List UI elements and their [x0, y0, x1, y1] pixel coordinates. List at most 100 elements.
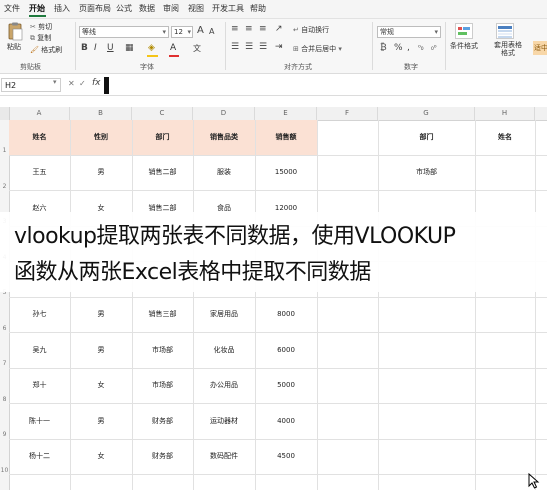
table-cell[interactable]: 男 — [70, 167, 132, 177]
column-header-e[interactable]: E — [255, 107, 317, 120]
table-cell[interactable]: 男 — [70, 309, 132, 319]
table-cell[interactable]: 王五 — [9, 167, 70, 177]
table-cell[interactable]: 6000 — [255, 345, 317, 355]
font-size-select[interactable]: 12 ▾ — [171, 26, 193, 38]
table-cell[interactable]: 吴九 — [9, 345, 70, 355]
font-name-select[interactable]: 等线 ▾ — [79, 26, 169, 38]
table-cell[interactable]: 数码配件 — [193, 451, 255, 461]
table-header-cell[interactable]: 销售品类 — [193, 132, 255, 142]
lookup-header-cell[interactable]: 部门 — [378, 132, 475, 142]
table-cell[interactable]: 孙七 — [9, 309, 70, 319]
table-cell[interactable]: 办公用品 — [193, 380, 255, 390]
table-cell[interactable]: 女 — [70, 380, 132, 390]
format-painter-button[interactable]: 🖌 格式刷 — [30, 45, 62, 55]
orientation-icon[interactable]: ↗ — [275, 24, 283, 35]
menu-formulas[interactable]: 公式 — [116, 3, 132, 15]
decrease-decimal-icon[interactable]: ₀⁰ — [431, 43, 437, 54]
insert-function-button[interactable]: fx — [92, 78, 101, 88]
phonetic-icon[interactable]: 文 — [193, 43, 201, 54]
table-cell[interactable]: 销售二部 — [132, 167, 193, 177]
comma-button[interactable]: , — [407, 43, 410, 54]
table-cell[interactable]: 销售三部 — [132, 309, 193, 319]
table-header-cell[interactable]: 部门 — [132, 132, 193, 142]
menu-home[interactable]: 开始 — [29, 3, 45, 15]
fill-color-icon[interactable]: ◈ — [148, 43, 155, 54]
table-cell[interactable]: 男 — [70, 416, 132, 426]
menu-data[interactable]: 数据 — [139, 3, 155, 15]
column-header-a[interactable]: A — [9, 107, 70, 120]
menu-insert[interactable]: 插入 — [54, 3, 70, 15]
table-cell[interactable]: 女 — [70, 451, 132, 461]
number-format-select[interactable]: 常规 ▾ — [377, 26, 441, 38]
table-cell[interactable]: 服装 — [193, 167, 255, 177]
align-top-icon[interactable]: ≡ — [231, 24, 239, 35]
align-middle-icon[interactable]: ≡ — [245, 24, 253, 35]
table-cell[interactable]: 财务部 — [132, 451, 193, 461]
copy-button[interactable]: ⧉ 复制 — [30, 33, 51, 43]
align-center-icon[interactable]: ☰ — [245, 42, 253, 53]
table-cell[interactable]: 市场部 — [132, 345, 193, 355]
align-left-icon[interactable]: ☰ — [231, 42, 239, 53]
table-header-cell[interactable]: 性别 — [70, 132, 132, 142]
table-cell[interactable]: 市场部 — [132, 380, 193, 390]
name-box[interactable]: H2 — [1, 78, 61, 92]
shrink-font-button[interactable]: A — [209, 26, 214, 37]
italic-button[interactable]: I — [94, 43, 97, 54]
lookup-header-cell[interactable]: 姓名 — [475, 132, 535, 142]
row-header[interactable]: 2 — [0, 183, 9, 190]
table-cell[interactable]: 杨十二 — [9, 451, 70, 461]
row-header[interactable]: 1 — [0, 147, 9, 154]
menu-review[interactable]: 审阅 — [163, 3, 179, 15]
table-cell[interactable]: 4000 — [255, 416, 317, 426]
bold-button[interactable]: B — [81, 43, 88, 54]
table-cell[interactable]: 男 — [70, 345, 132, 355]
table-cell[interactable]: 8000 — [255, 309, 317, 319]
percent-button[interactable]: % — [394, 43, 403, 54]
underline-button[interactable]: U — [107, 43, 114, 54]
table-cell[interactable]: 郑十 — [9, 380, 70, 390]
conditional-format-button[interactable]: 条件格式 — [450, 41, 478, 51]
table-cell[interactable]: 财务部 — [132, 416, 193, 426]
menu-developer[interactable]: 开发工具 — [212, 3, 244, 15]
border-icon[interactable]: ▦ — [125, 43, 134, 54]
column-header-g[interactable]: G — [378, 107, 475, 120]
row-header[interactable]: 7 — [0, 360, 9, 367]
column-header-d[interactable]: D — [193, 107, 255, 120]
column-header-h[interactable]: H — [475, 107, 535, 120]
paste-button[interactable]: 粘贴 — [7, 42, 21, 52]
menu-help[interactable]: 帮助 — [250, 3, 266, 15]
table-cell[interactable]: 5000 — [255, 380, 317, 390]
cell-style-swatch[interactable]: 适中 — [533, 41, 547, 55]
column-header-c[interactable]: C — [132, 107, 193, 120]
font-color-icon[interactable]: A — [170, 43, 176, 54]
menu-file[interactable]: 文件 — [4, 3, 20, 15]
cancel-icon[interactable]: ✕ — [68, 79, 75, 88]
table-cell[interactable]: 陈十一 — [9, 416, 70, 426]
table-cell[interactable]: 化妆品 — [193, 345, 255, 355]
table-cell[interactable]: 4500 — [255, 451, 317, 461]
column-header-f[interactable]: F — [317, 107, 378, 120]
currency-icon[interactable]: ₿ — [380, 43, 387, 54]
confirm-icon[interactable]: ✓ — [79, 79, 86, 88]
merge-center-button[interactable]: ⊞ 合并后居中 ▾ — [293, 44, 342, 54]
row-header[interactable]: 6 — [0, 325, 9, 332]
row-header[interactable]: 10 — [0, 467, 9, 474]
chevron-down-icon[interactable]: ▾ — [53, 78, 57, 86]
table-cell[interactable]: 家居用品 — [193, 309, 255, 319]
row-header[interactable]: 8 — [0, 396, 9, 403]
wrap-text-button[interactable]: ↵ 自动换行 — [293, 25, 329, 35]
table-cell[interactable]: 15000 — [255, 167, 317, 177]
table-header-cell[interactable]: 销售额 — [255, 132, 317, 142]
row-header[interactable]: 9 — [0, 431, 9, 438]
menu-page-layout[interactable]: 页面布局 — [79, 3, 111, 15]
table-header-cell[interactable]: 姓名 — [9, 132, 70, 142]
table-format-button[interactable]: 套用表格格式 — [492, 41, 524, 57]
grow-font-button[interactable]: A — [197, 25, 204, 36]
lookup-cell[interactable]: 市场部 — [378, 167, 475, 177]
indent-icon[interactable]: ⇥ — [275, 42, 283, 53]
table-cell[interactable]: 运动器材 — [193, 416, 255, 426]
cut-button[interactable]: ✂ 剪切 — [30, 22, 52, 32]
menu-view[interactable]: 视图 — [188, 3, 204, 15]
increase-decimal-icon[interactable]: ⁰₀ — [418, 43, 424, 54]
align-bottom-icon[interactable]: ≡ — [259, 24, 267, 35]
